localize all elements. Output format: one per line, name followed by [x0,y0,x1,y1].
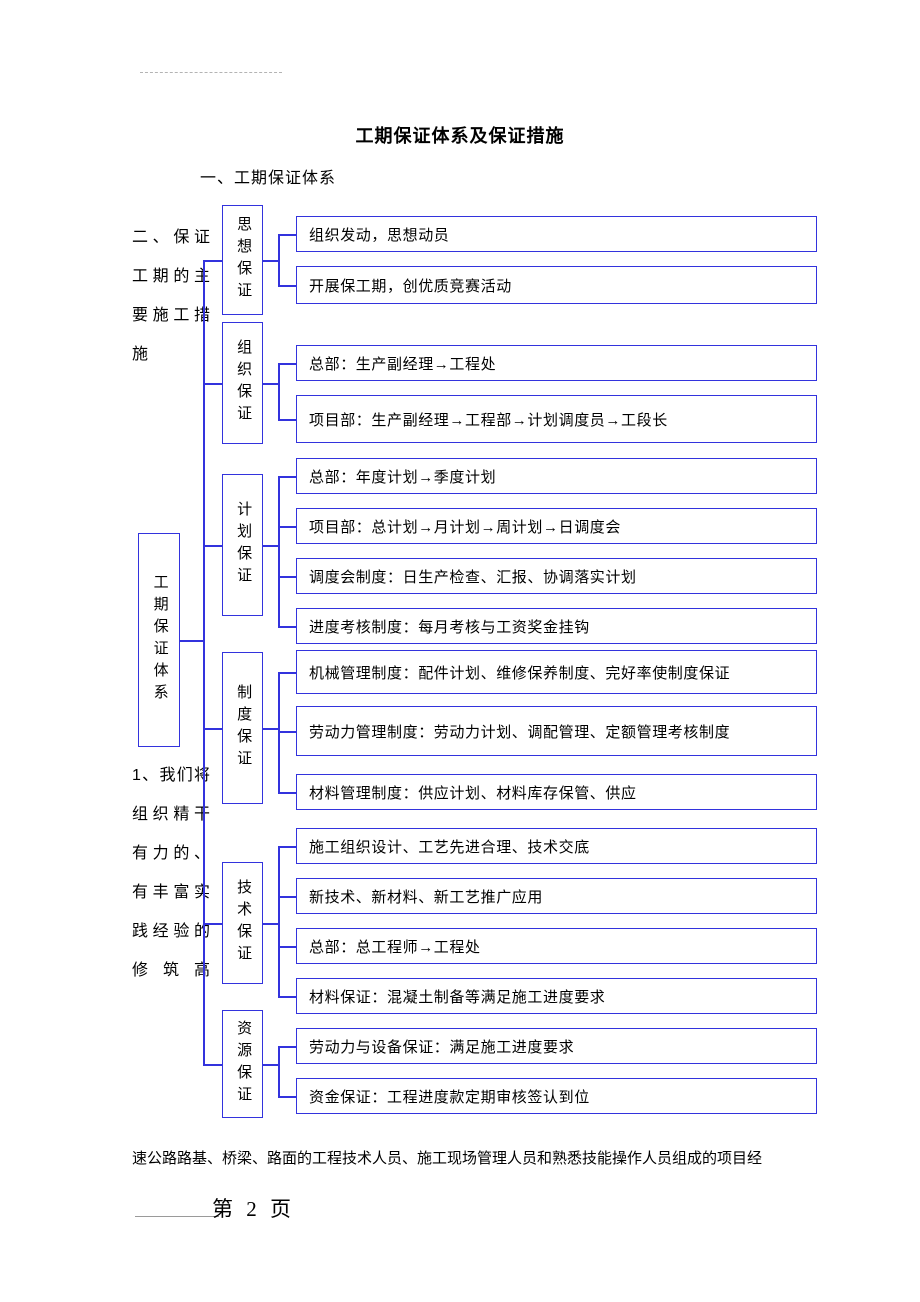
item-box-13: 新技术、新材料、新工艺推广应用 [296,878,817,914]
category-fan-5 [278,846,280,996]
fan-to-item-12 [278,896,296,898]
fan-to-item-6 [278,576,296,578]
item-box-6: 项目部：总计划→月计划→周计划→日调度会 [296,508,817,544]
item-box-1: 组织发动，思想动员 [296,216,817,252]
item-box-8: 进度考核制度：每月考核与工资奖金挂钩 [296,608,817,644]
footer-rule [135,1216,219,1217]
fan-to-item-15 [278,1046,296,1048]
fan-to-item-1 [278,285,296,287]
fan-to-item-0 [278,234,296,236]
trunk-to-category-1 [203,260,222,262]
category-fan-3 [278,476,280,626]
fan-to-item-11 [278,846,296,848]
fan-to-item-7 [278,626,296,628]
item-box-2: 开展保工期，创优质竞赛活动 [296,266,817,304]
category-box-1: 思想保证 [222,205,263,315]
category-box-3: 计划保证 [222,474,263,616]
fan-to-item-8 [278,672,296,674]
trunk-to-category-3 [203,545,222,547]
item-box-10: 劳动力管理制度：劳动力计划、调配管理、定额管理考核制度 [296,706,817,756]
fan-to-item-9 [278,731,296,733]
item-box-5: 总部：年度计划→季度计划 [296,458,817,494]
root-box: 工期保证体系 [138,533,180,747]
category-fan-6 [278,1046,280,1096]
category-fan-1 [278,234,280,285]
item-box-11: 材料管理制度：供应计划、材料库存保管、供应 [296,774,817,810]
trunk-to-category-5 [203,923,222,925]
fan-to-item-2 [278,363,296,365]
item-box-17: 资金保证：工程进度款定期审核签认到位 [296,1078,817,1114]
item-box-12: 施工组织设计、工艺先进合理、技术交底 [296,828,817,864]
category-box-2: 组织保证 [222,322,263,444]
fan-to-item-10 [278,792,296,794]
fan-to-item-16 [278,1096,296,1098]
category-stem-6 [263,1064,278,1066]
category-stem-5 [263,923,278,925]
category-box-6: 资源保证 [222,1010,263,1118]
root-stem [180,640,203,642]
fan-to-item-13 [278,946,296,948]
category-box-4: 制度保证 [222,652,263,804]
category-stem-2 [263,383,278,385]
fan-to-item-5 [278,526,296,528]
item-box-16: 劳动力与设备保证：满足施工进度要求 [296,1028,817,1064]
main-trunk [203,260,205,1064]
item-box-3: 总部：生产副经理→工程处 [296,345,817,381]
item-box-7: 调度会制度：日生产检查、汇报、协调落实计划 [296,558,817,594]
item-box-15: 材料保证：混凝土制备等满足施工进度要求 [296,978,817,1014]
category-stem-3 [263,545,278,547]
fan-to-item-3 [278,419,296,421]
trunk-to-category-6 [203,1064,222,1066]
item-box-14: 总部：总工程师→工程处 [296,928,817,964]
category-box-5: 技术保证 [222,862,263,984]
category-stem-4 [263,728,278,730]
fan-to-item-14 [278,996,296,998]
item-box-9: 机械管理制度：配件计划、维修保养制度、完好率使制度保证 [296,650,817,694]
page-number: 第 2 页 [212,1197,295,1221]
item-box-4: 项目部：生产副经理→工程部→计划调度员→工段长 [296,395,817,443]
trunk-to-category-2 [203,383,222,385]
fan-to-item-4 [278,476,296,478]
trunk-to-category-4 [203,728,222,730]
category-fan-2 [278,363,280,419]
document-page: 工期保证体系及保证措施 一、工期保证体系 二、保证工期的主要施工措施 1、我们将… [0,0,920,1302]
category-stem-1 [263,260,278,262]
guarantee-system-diagram: 工期保证体系 思想保证组织保证计划保证制度保证技术保证资源保证 组织发动，思想动员开… [0,0,920,1302]
